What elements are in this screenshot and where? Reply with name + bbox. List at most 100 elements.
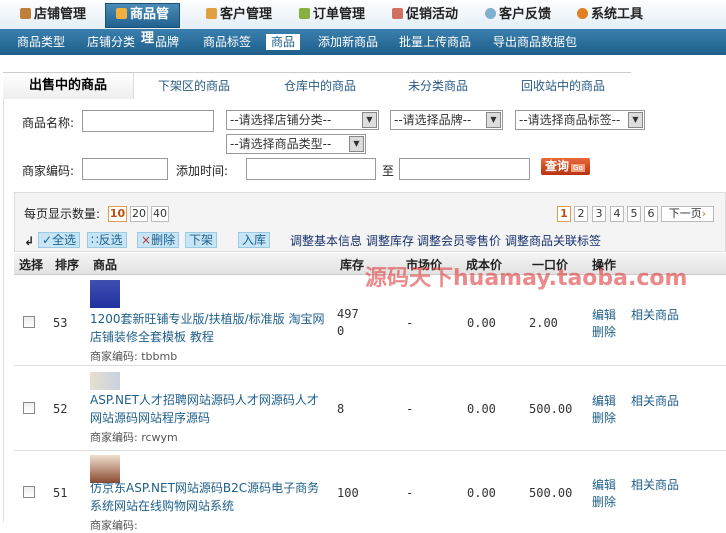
brand-select[interactable]: --请选择品牌-- ▼ xyxy=(390,110,503,130)
store-button[interactable]: 入库 xyxy=(238,232,271,248)
dots-icon: ∷ xyxy=(91,233,99,247)
delete-link[interactable]: 删除 xyxy=(592,323,616,340)
subnav-export[interactable]: 导出商品数据包 xyxy=(493,34,577,50)
col-stock: 库存 xyxy=(340,258,365,272)
page-2[interactable]: 2 xyxy=(574,206,588,222)
per-page-10[interactable]: 10 xyxy=(108,206,127,222)
invert-select-button[interactable]: ∷反选 xyxy=(87,232,127,248)
end-date-input[interactable] xyxy=(399,158,530,180)
nav-system-tools[interactable]: 系统工具 xyxy=(577,4,643,26)
gear-icon xyxy=(577,8,588,19)
subnav-product-type[interactable]: 商品类型 xyxy=(17,34,65,50)
nav-order-manage[interactable]: 订单管理 xyxy=(299,4,365,26)
per-page-20[interactable]: 20 xyxy=(130,206,148,222)
product-thumbnail xyxy=(90,280,120,308)
cost-price: 0.00 xyxy=(467,316,496,330)
product-icon xyxy=(116,8,127,19)
delete-link[interactable]: 删除 xyxy=(592,493,616,510)
nav-promotion[interactable]: 促销活动 xyxy=(392,4,458,26)
product-type-select[interactable]: --请选择商品类型-- ▼ xyxy=(226,134,366,154)
product-name-link[interactable]: ASP.NET人才招聘网站源码人才网源码人才网站源码网站程序源码 xyxy=(90,391,330,427)
merchant-code-label: 商家编码: xyxy=(22,164,75,178)
content-border xyxy=(3,99,4,522)
subnav-products[interactable]: 商品 xyxy=(266,34,301,50)
query-button[interactable]: 查询 Go xyxy=(541,158,590,175)
nav-feedback[interactable]: 客户反馈 xyxy=(485,4,551,26)
row-checkbox[interactable] xyxy=(23,486,35,498)
market-price: - xyxy=(406,486,414,500)
delete-link[interactable]: 删除 xyxy=(592,409,616,426)
per-page-label: 每页显示数量: xyxy=(24,207,101,221)
tab-off-shelf[interactable]: 下架区的商品 xyxy=(158,73,230,99)
edit-link[interactable]: 编辑 xyxy=(592,476,616,493)
chevron-down-icon: ▼ xyxy=(628,112,643,128)
tab-on-sale[interactable]: 出售中的商品 xyxy=(3,73,134,99)
start-date-input[interactable] xyxy=(246,158,376,180)
product-name-input[interactable] xyxy=(82,110,214,132)
subnav-add-product[interactable]: 添加新商品 xyxy=(318,34,378,50)
merchant-code: 商家编码: xyxy=(90,519,138,532)
edit-link[interactable]: 编辑 xyxy=(592,392,616,409)
nav-shop-manage[interactable]: 店铺管理 xyxy=(20,4,86,26)
tab-recycle-bin[interactable]: 回收站中的商品 xyxy=(521,73,605,99)
sort-value: 53 xyxy=(53,316,68,330)
cost-price: 0.00 xyxy=(467,486,496,500)
product-tabs: 出售中的商品 下架区的商品 仓库中的商品 未分类商品 回收站中的商品 xyxy=(3,72,631,99)
x-icon: × xyxy=(141,233,152,247)
unshelf-button[interactable]: 下架 xyxy=(185,232,218,248)
per-page-40[interactable]: 40 xyxy=(151,206,169,222)
product-name-link[interactable]: 仿京东ASP.NET网站源码B2C源码电子商务系统网站在线购物网站系统 xyxy=(90,479,330,515)
merchant-code: 商家编码: rcwym xyxy=(90,431,178,444)
edit-link[interactable]: 编辑 xyxy=(592,306,616,323)
page-6[interactable]: 6 xyxy=(644,206,658,222)
nav-product-manage[interactable]: 商品管 xyxy=(105,3,181,28)
related-products-link[interactable]: 相关商品 xyxy=(631,476,679,493)
subnav-product-tag[interactable]: 商品标签 xyxy=(203,34,251,50)
adjust-member-price-link[interactable]: 调整会员零售价 xyxy=(417,232,501,249)
page-4[interactable]: 4 xyxy=(610,206,624,222)
stock-value-wrap: 0 xyxy=(337,324,345,338)
page-1[interactable]: 1 xyxy=(557,206,571,222)
select-all-button[interactable]: ✓全选 xyxy=(38,232,81,248)
row-checkbox[interactable] xyxy=(23,316,35,328)
sort-value: 51 xyxy=(53,486,68,500)
price: 500.00 xyxy=(529,402,573,416)
add-time-label: 添加时间: xyxy=(176,164,229,178)
merchant-code-input[interactable] xyxy=(82,158,168,180)
sub-nav: 商品类型 店铺分类 理 品牌 商品标签 商品 添加新商品 批量上传商品 导出商品… xyxy=(0,29,726,55)
top-nav: 店铺管理 商品管 客户管理 订单管理 促销活动 客户反馈 系统工具 xyxy=(0,0,726,29)
tab-uncategorized[interactable]: 未分类商品 xyxy=(408,73,468,99)
delete-button[interactable]: ×删除 xyxy=(137,232,180,248)
row-checkbox[interactable] xyxy=(23,402,35,414)
promotion-icon xyxy=(392,8,403,19)
table-row: 52 ASP.NET人才招聘网站源码人才网源码人才网站源码网站程序源码 商家编码… xyxy=(14,366,726,451)
product-name-link[interactable]: 1200套新旺铺专业版/扶植版/标准版 淘宝网店铺装修全套模板 教程 xyxy=(90,310,330,346)
related-products-link[interactable]: 相关商品 xyxy=(631,392,679,409)
subnav-brand[interactable]: 品牌 xyxy=(155,34,179,50)
product-thumbnail xyxy=(90,372,120,390)
to-label: 至 xyxy=(382,164,395,178)
subnav-shop-category[interactable]: 店铺分类 xyxy=(87,34,135,50)
shop-category-select[interactable]: --请选择店铺分类-- ▼ xyxy=(226,110,379,130)
col-product: 商品 xyxy=(93,258,118,272)
col-sort: 排序 xyxy=(55,258,80,272)
adjust-basic-info-link[interactable]: 调整基本信息 xyxy=(290,232,362,249)
next-page-button[interactable]: 下一页› xyxy=(661,206,714,222)
adjust-stock-link[interactable]: 调整库存 xyxy=(366,232,414,249)
check-icon: ✓ xyxy=(42,233,53,247)
subnav-batch-upload[interactable]: 批量上传商品 xyxy=(399,34,471,50)
related-products-link[interactable]: 相关商品 xyxy=(631,306,679,323)
nav-customer-manage[interactable]: 客户管理 xyxy=(206,4,272,26)
market-price: - xyxy=(406,402,414,416)
page-5[interactable]: 5 xyxy=(627,206,641,222)
arrow-right-icon: › xyxy=(701,207,707,220)
subnav-overlap-char: 理 xyxy=(141,31,155,46)
page-3[interactable]: 3 xyxy=(592,206,606,222)
tab-warehouse[interactable]: 仓库中的商品 xyxy=(284,73,356,99)
chevron-down-icon: ▼ xyxy=(362,112,377,128)
sort-value: 52 xyxy=(53,402,68,416)
product-name-label: 商品名称: xyxy=(22,116,75,130)
adjust-tags-link[interactable]: 调整商品关联标签 xyxy=(505,232,601,249)
market-price: - xyxy=(406,316,414,330)
tag-select[interactable]: --请选择商品标签-- ▼ xyxy=(515,110,645,130)
